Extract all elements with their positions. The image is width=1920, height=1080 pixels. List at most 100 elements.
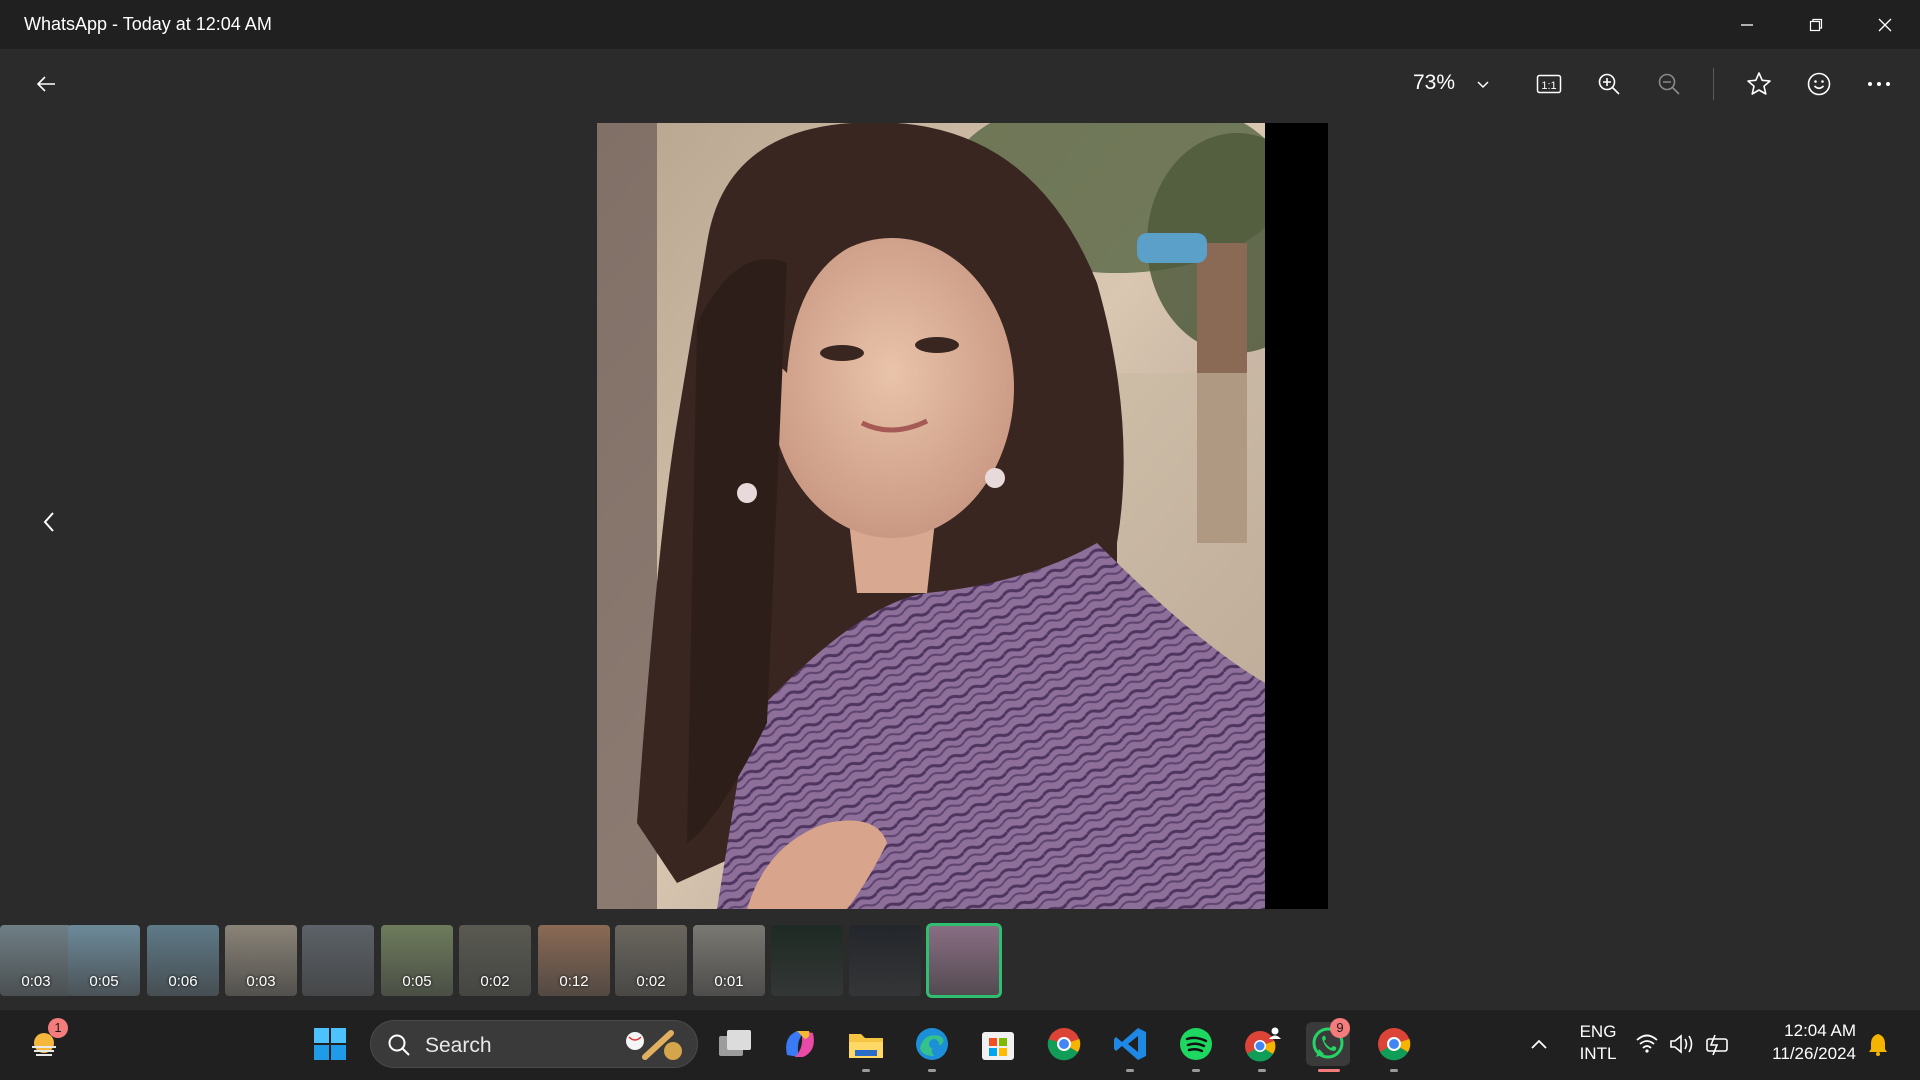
show-hidden-icons-button[interactable] bbox=[1517, 1022, 1561, 1066]
minimize-button[interactable] bbox=[1712, 0, 1781, 49]
zoom-level[interactable]: 73% bbox=[1413, 71, 1455, 95]
copilot-icon bbox=[786, 1031, 814, 1057]
chrome-profile-button[interactable] bbox=[1240, 1022, 1284, 1072]
network-volume-battery-icons bbox=[1636, 1034, 1728, 1056]
back-button[interactable] bbox=[24, 62, 68, 106]
microsoft-store-button[interactable] bbox=[976, 1022, 1020, 1066]
filmstrip-thumbnail[interactable]: 0:03 bbox=[225, 925, 297, 996]
filmstrip-thumbnail[interactable]: 0:06 bbox=[147, 925, 219, 996]
zoom-in-icon bbox=[1598, 73, 1620, 95]
photo-image bbox=[597, 123, 1265, 909]
video-duration: 0:06 bbox=[168, 973, 198, 990]
windows-logo-icon bbox=[314, 1028, 346, 1060]
notifications-button[interactable] bbox=[1858, 1022, 1898, 1066]
toolbar-divider bbox=[1713, 68, 1714, 100]
copilot-button[interactable] bbox=[778, 1022, 822, 1066]
close-icon bbox=[1878, 18, 1891, 31]
bell-icon bbox=[1869, 1034, 1887, 1056]
minimize-icon bbox=[1740, 23, 1753, 26]
clock-date: 11/26/2024 bbox=[1772, 1044, 1856, 1063]
chevron-down-icon bbox=[1477, 81, 1489, 89]
zoom-out-icon bbox=[1658, 73, 1680, 95]
chrome-icon bbox=[1047, 1028, 1081, 1061]
restore-icon bbox=[1809, 18, 1822, 31]
start-button[interactable] bbox=[308, 1022, 352, 1066]
restore-button[interactable] bbox=[1781, 0, 1850, 49]
video-duration: 0:02 bbox=[480, 973, 510, 990]
chrome-profile-icon bbox=[1245, 1027, 1281, 1062]
chrome-secondary-button[interactable] bbox=[1372, 1022, 1416, 1072]
filmstrip-thumbnail[interactable]: 0:05 bbox=[68, 925, 140, 996]
running-indicator bbox=[928, 1069, 936, 1072]
running-indicator bbox=[862, 1069, 870, 1072]
whatsapp-button[interactable]: 9 bbox=[1306, 1018, 1350, 1072]
close-button[interactable] bbox=[1850, 0, 1919, 49]
filmstrip-thumbnail[interactable] bbox=[302, 925, 374, 996]
widgets-button[interactable]: 1 bbox=[24, 1018, 68, 1066]
favorite-button[interactable] bbox=[1737, 62, 1781, 106]
vscode-icon bbox=[1114, 1028, 1146, 1060]
chevron-left-icon bbox=[43, 512, 54, 532]
active-indicator bbox=[1318, 1069, 1340, 1072]
emoji-button[interactable] bbox=[1797, 62, 1841, 106]
star-icon bbox=[1747, 72, 1771, 95]
widgets-badge: 1 bbox=[48, 1018, 68, 1038]
filmstrip-thumbnail[interactable]: 0:01 bbox=[693, 925, 765, 996]
filmstrip-thumbnail[interactable]: 0:05 bbox=[381, 925, 453, 996]
zoom-in-button[interactable] bbox=[1587, 62, 1631, 106]
filmstrip-thumbnail[interactable] bbox=[849, 925, 921, 996]
spotify-button[interactable] bbox=[1174, 1022, 1218, 1072]
edge-icon bbox=[916, 1028, 948, 1060]
filmstrip-thumbnail[interactable]: 0:03 bbox=[0, 925, 72, 996]
whatsapp-badge: 9 bbox=[1330, 1018, 1350, 1038]
vscode-button[interactable] bbox=[1108, 1022, 1152, 1072]
filmstrip-thumbnail[interactable]: 0:12 bbox=[538, 925, 610, 996]
running-indicator bbox=[1258, 1069, 1266, 1072]
filmstrip-thumbnail-selected[interactable] bbox=[926, 923, 1002, 998]
smiley-icon bbox=[1807, 72, 1831, 96]
video-duration: 0:05 bbox=[402, 973, 432, 990]
svg-text:1:1: 1:1 bbox=[1541, 80, 1556, 92]
previous-button[interactable] bbox=[30, 503, 68, 541]
quick-settings-button[interactable] bbox=[1630, 1022, 1740, 1066]
task-view-icon bbox=[719, 1030, 751, 1056]
search-placeholder: Search bbox=[425, 1034, 492, 1057]
file-explorer-button[interactable] bbox=[844, 1022, 888, 1072]
chevron-up-icon bbox=[1531, 1039, 1547, 1049]
video-duration: 0:01 bbox=[714, 973, 744, 990]
running-indicator bbox=[1192, 1069, 1200, 1072]
video-duration: 0:12 bbox=[559, 973, 589, 990]
edge-button[interactable] bbox=[910, 1022, 954, 1072]
folder-icon bbox=[849, 1034, 883, 1058]
actual-size-icon: 1:1 bbox=[1536, 74, 1562, 94]
photo-canvas bbox=[597, 123, 1328, 909]
more-icon bbox=[1868, 82, 1890, 86]
back-arrow-icon bbox=[36, 76, 55, 92]
language-indicator[interactable]: ENG INTL bbox=[1568, 1022, 1628, 1064]
video-duration: 0:02 bbox=[636, 973, 666, 990]
clock-time: 12:04 AM bbox=[1784, 1021, 1856, 1040]
task-view-button[interactable] bbox=[713, 1022, 757, 1066]
zoom-out-button[interactable] bbox=[1647, 62, 1691, 106]
actual-size-button[interactable]: 1:1 bbox=[1527, 62, 1571, 106]
zoom-dropdown[interactable] bbox=[1461, 62, 1505, 106]
chrome-button[interactable] bbox=[1042, 1022, 1086, 1066]
video-duration: 0:03 bbox=[246, 973, 276, 990]
filmstrip-thumbnail[interactable]: 0:02 bbox=[615, 925, 687, 996]
video-duration: 0:03 bbox=[21, 973, 51, 990]
title-bar: WhatsApp - Today at 12:04 AM bbox=[0, 0, 1920, 49]
filmstrip-thumbnail[interactable] bbox=[771, 925, 843, 996]
running-indicator bbox=[1390, 1069, 1398, 1072]
store-icon bbox=[982, 1032, 1014, 1060]
video-duration: 0:05 bbox=[89, 973, 119, 990]
more-options-button[interactable] bbox=[1857, 62, 1901, 106]
chrome-icon bbox=[1378, 1028, 1411, 1061]
search-highlight-icon bbox=[626, 1030, 682, 1060]
clock[interactable]: 12:04 AM 11/26/2024 bbox=[1756, 1021, 1856, 1064]
keyboard-layout: INTL bbox=[1579, 1044, 1617, 1063]
search-icon bbox=[388, 1034, 410, 1056]
filmstrip-thumbnail[interactable]: 0:02 bbox=[459, 925, 531, 996]
language-code: ENG bbox=[1579, 1022, 1617, 1041]
taskbar-search[interactable]: Search bbox=[370, 1020, 698, 1068]
filmstrip: 0:03 0:05 0:06 0:03 0:05 0:02 0:12 0:02 0:01 bbox=[0, 923, 1920, 998]
